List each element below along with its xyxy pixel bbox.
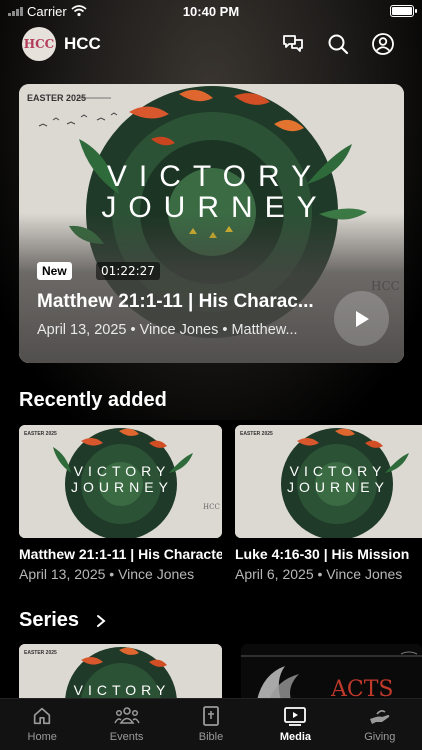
sermon-thumbnail: EASTER 2025 VICTORY JOURNEY HCC: [19, 425, 222, 538]
new-badge: New: [37, 262, 72, 280]
church-logo[interactable]: HCC: [22, 27, 56, 61]
play-icon: [355, 310, 369, 327]
media-icon: [284, 707, 307, 726]
series-card[interactable]: EASTER 2025 VICTORY: [19, 644, 222, 704]
search-icon[interactable]: [326, 32, 350, 56]
tab-bible[interactable]: Bible: [169, 699, 253, 750]
sermon-title: Luke 4:16-30 | His Mission: [235, 546, 410, 562]
people-icon: [113, 707, 140, 724]
artwork-title-line1: VICTORY: [290, 463, 387, 479]
artwork-title-line1: VICTORY: [74, 463, 171, 479]
home-icon: [34, 707, 51, 725]
tab-home[interactable]: Home: [0, 699, 84, 750]
tab-label: Home: [27, 731, 57, 743]
artwork-watermark: HCC: [203, 503, 220, 511]
status-bar: Carrier 10:40 PM: [0, 0, 422, 22]
acts-artwork: ACTS: [241, 644, 422, 704]
artwork-title-line2: JOURNEY: [287, 479, 389, 495]
giving-icon: [369, 710, 390, 724]
victory-journey-artwork: EASTER 2025 VICTORY JOURNEY HCC: [19, 425, 222, 538]
tab-label: Events: [109, 731, 144, 743]
app-title: HCC: [64, 34, 101, 53]
victory-journey-artwork: EASTER 2025 VICTORY JOURNEY: [235, 425, 422, 538]
clock: 10:40 PM: [182, 3, 240, 19]
artwork-label: EASTER 2025: [24, 650, 57, 656]
app-header: HCC HCC: [0, 26, 422, 62]
featured-sermon-card[interactable]: EASTER 2025 VICTORY JOURNEY HCC New 01:2…: [19, 84, 404, 363]
hero-title[interactable]: Matthew 21:1-11 | His Charac...: [37, 291, 317, 313]
tab-label: Giving: [364, 731, 396, 743]
account-icon[interactable]: [371, 32, 395, 56]
sermon-title: Matthew 21:1-11 | His Character: [19, 546, 222, 562]
tab-label: Bible: [198, 731, 224, 743]
artwork-label: EASTER 2025: [24, 431, 57, 437]
series-heading[interactable]: Series: [19, 609, 79, 632]
artwork-title-line1: VICTORY: [107, 160, 323, 193]
victory-journey-artwork: EASTER 2025 VICTORY: [19, 644, 222, 704]
series-card[interactable]: ACTS: [241, 644, 422, 704]
artwork-title-line1: VICTORY: [74, 682, 171, 698]
tab-events[interactable]: Events: [84, 699, 168, 750]
duration-badge: 01:22:27: [96, 262, 160, 280]
tab-media[interactable]: Media: [253, 699, 337, 750]
tab-giving[interactable]: Giving: [338, 699, 422, 750]
play-button[interactable]: [334, 291, 389, 346]
tab-label: Media: [279, 731, 312, 743]
sermon-meta: April 6, 2025 • Vince Jones: [235, 566, 403, 582]
artwork-label: EASTER 2025: [240, 431, 273, 437]
sermon-card[interactable]: EASTER 2025 VICTORY JOURNEY HCC Matthew …: [19, 425, 222, 582]
hero-meta: April 13, 2025 • Vince Jones • Matthew..…: [37, 322, 298, 338]
sermon-card[interactable]: EASTER 2025 VICTORY JOURNEY Luke 4:16-30…: [235, 425, 422, 582]
sermon-meta: April 13, 2025 • Vince Jones: [19, 566, 195, 582]
recently-added-heading: Recently added: [19, 389, 167, 411]
bible-icon: [203, 706, 219, 726]
sermon-thumbnail: EASTER 2025 VICTORY JOURNEY: [235, 425, 422, 538]
chevron-right-icon[interactable]: [96, 614, 106, 628]
tab-bar: Home Events Bible Media Giving: [0, 698, 422, 750]
chat-icon[interactable]: [281, 32, 305, 56]
battery-icon: [390, 5, 417, 17]
artwork-title-line2: JOURNEY: [71, 479, 173, 495]
